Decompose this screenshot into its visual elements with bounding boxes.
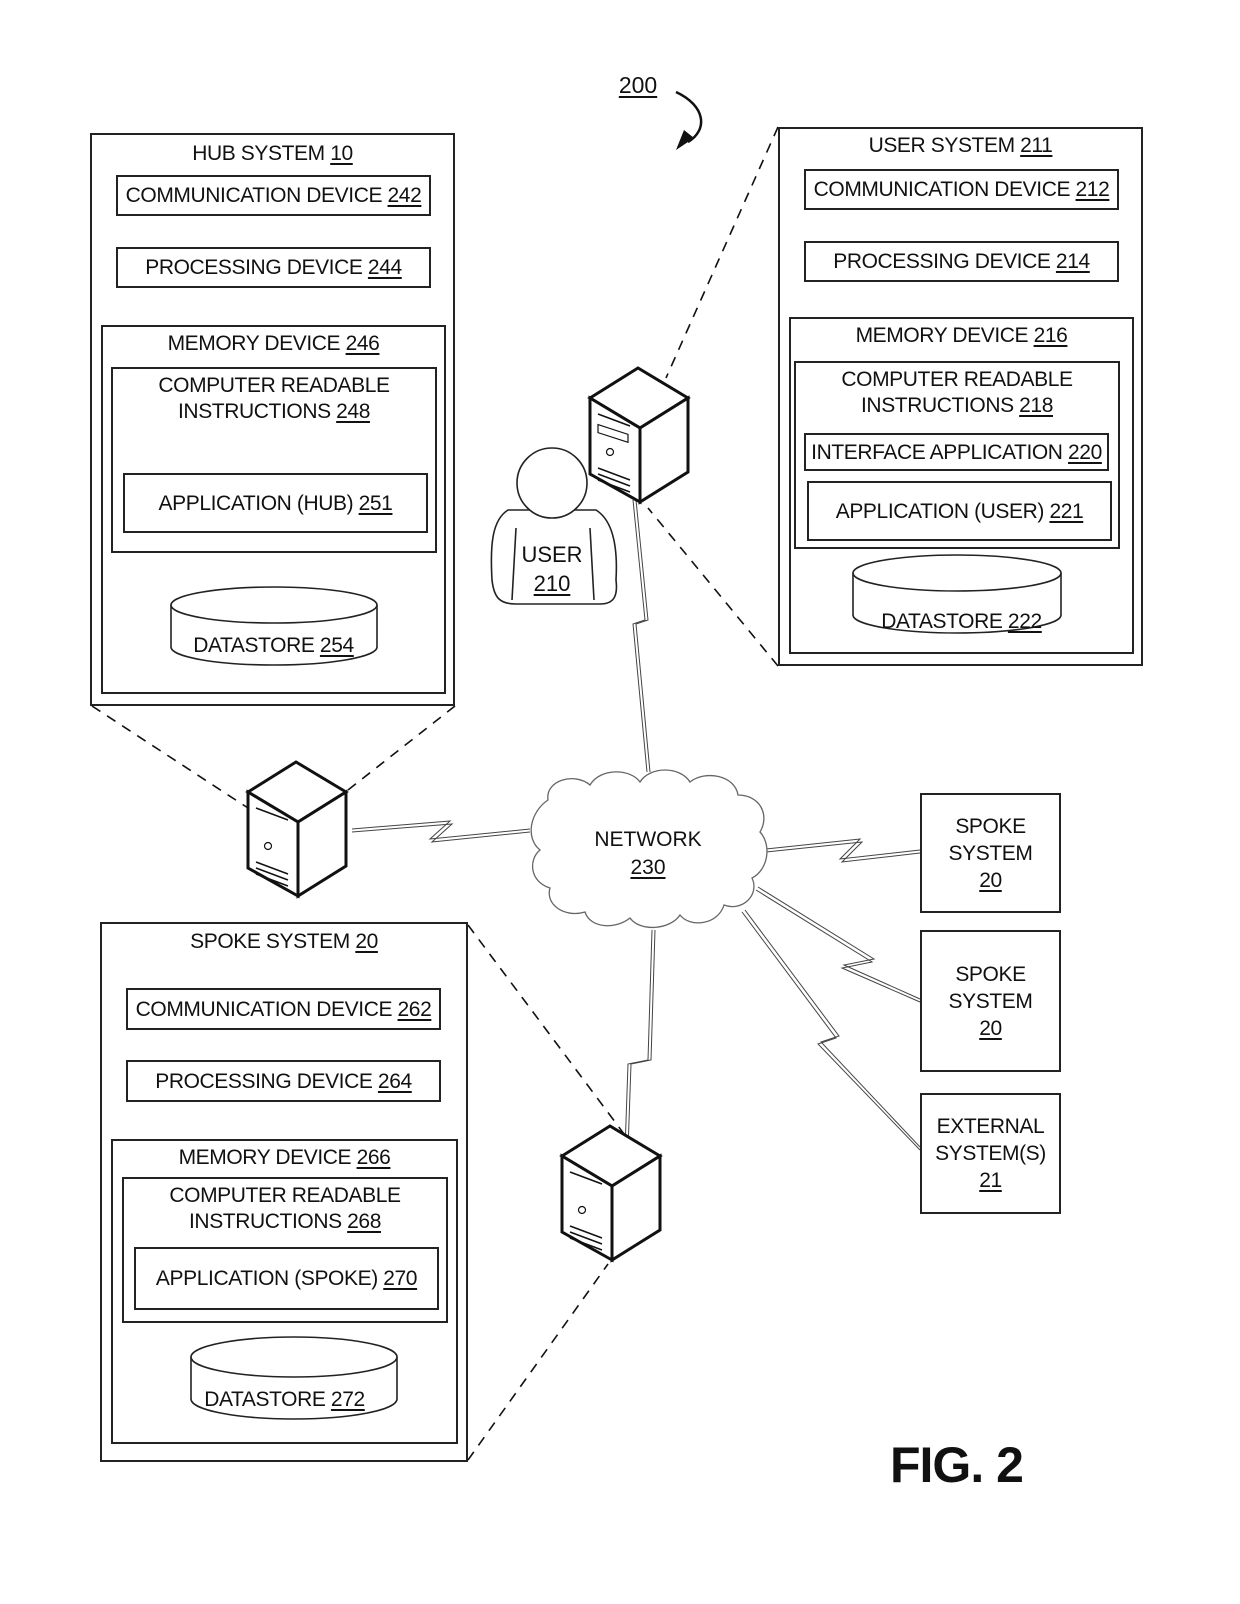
spoke-application: APPLICATION (SPOKE) 270 <box>134 1247 439 1310</box>
user-instructions-label: COMPUTER READABLE INSTRUCTIONS 218 <box>841 368 1073 417</box>
spoke-communication-device: COMMUNICATION DEVICE 262 <box>126 988 441 1030</box>
hub-callout-line-right <box>347 705 456 791</box>
hub-communication-device: COMMUNICATION DEVICE 242 <box>116 175 431 216</box>
user-memory-device-label: MEMORY DEVICE 216 <box>855 324 1068 347</box>
spoke-instructions: COMPUTER READABLE INSTRUCTIONS 268 APPLI… <box>122 1177 448 1323</box>
user-callout-line-bottom <box>647 507 779 667</box>
link-user-network <box>635 499 651 773</box>
link-spoke-network <box>624 929 653 1151</box>
link-network-spoke1-b <box>765 838 921 860</box>
spoke-datastore-label: DATASTORE 272 <box>204 1388 365 1411</box>
spoke-memory-device: MEMORY DEVICE 266 COMPUTER READABLE INST… <box>111 1139 458 1444</box>
side-spoke-system-2: SPOKE SYSTEM 20 <box>920 930 1061 1072</box>
network-label: NETWORK 230 <box>594 828 702 879</box>
user-communication-device: COMMUNICATION DEVICE 212 <box>804 169 1119 210</box>
spoke-system-box: SPOKE SYSTEM 20 COMMUNICATION DEVICE 262… <box>100 922 468 1462</box>
side-external-systems: EXTERNAL SYSTEM(S) 21 <box>920 1093 1061 1214</box>
spoke-instructions-label: COMPUTER READABLE INSTRUCTIONS 268 <box>169 1184 401 1233</box>
spoke-callout-line-bottom <box>467 1263 609 1461</box>
hub-instructions-label: COMPUTER READABLE INSTRUCTIONS 248 <box>158 374 390 423</box>
link-spoke-network-b <box>627 929 656 1151</box>
user-system-title: USER SYSTEM 211 <box>868 134 1053 157</box>
figure-ref-arrowhead <box>676 130 694 150</box>
user-interface-application: INTERFACE APPLICATION 220 <box>804 433 1109 471</box>
spoke-callout-line-top <box>467 924 637 1151</box>
link-network-spoke2-b <box>757 886 921 1000</box>
hub-callout-line-left <box>91 705 249 809</box>
user-instructions: COMPUTER READABLE INSTRUCTIONS 218 INTER… <box>794 361 1120 549</box>
user-label: USER 210 <box>521 542 583 596</box>
hub-server-icon <box>245 760 349 899</box>
hub-instructions: COMPUTER READABLE INSTRUCTIONS 248 APPLI… <box>111 367 437 553</box>
hub-memory-device: MEMORY DEVICE 246 COMPUTER READABLE INST… <box>101 325 446 694</box>
hub-processing-device: PROCESSING DEVICE 244 <box>116 247 431 288</box>
side-spoke-system-1: SPOKE SYSTEM 20 <box>920 793 1061 913</box>
spoke-system-title: SPOKE SYSTEM 20 <box>190 930 378 953</box>
user-datastore-label: DATASTORE 222 <box>881 610 1042 633</box>
user-processing-device: PROCESSING DEVICE 214 <box>804 241 1119 282</box>
figure-ref-arrow <box>675 90 703 144</box>
hub-system-title: HUB SYSTEM 10 <box>192 142 353 165</box>
hub-system-box: HUB SYSTEM 10 COMMUNICATION DEVICE 242 P… <box>90 133 455 706</box>
hub-application: APPLICATION (HUB) 251 <box>123 473 428 533</box>
link-hub-network-b <box>351 820 531 840</box>
user-callout-line-top <box>665 126 779 379</box>
figure-ref-label: 200 <box>612 72 664 99</box>
link-network-spoke2 <box>755 889 921 1003</box>
user-server-icon <box>587 366 691 505</box>
link-network-external-b <box>744 909 921 1148</box>
spoke-processing-device: PROCESSING DEVICE 264 <box>126 1060 441 1102</box>
link-user-network-b <box>632 499 648 773</box>
link-network-external <box>741 911 921 1151</box>
link-hub-network <box>351 823 531 843</box>
spoke-memory-device-label: MEMORY DEVICE 266 <box>178 1146 391 1169</box>
figure-caption: FIG. 2 <box>890 1437 1024 1493</box>
link-network-spoke1 <box>765 841 921 863</box>
user-system-box: USER SYSTEM 211 COMMUNICATION DEVICE 212… <box>778 127 1143 666</box>
user-memory-device: MEMORY DEVICE 216 COMPUTER READABLE INST… <box>789 317 1134 654</box>
hub-memory-device-label: MEMORY DEVICE 246 <box>167 332 380 355</box>
user-application: APPLICATION (USER) 221 <box>807 481 1112 541</box>
figure-ref-number: 200 <box>618 72 658 98</box>
hub-datastore-label: DATASTORE 254 <box>193 634 354 657</box>
spoke-server-icon <box>559 1124 663 1263</box>
